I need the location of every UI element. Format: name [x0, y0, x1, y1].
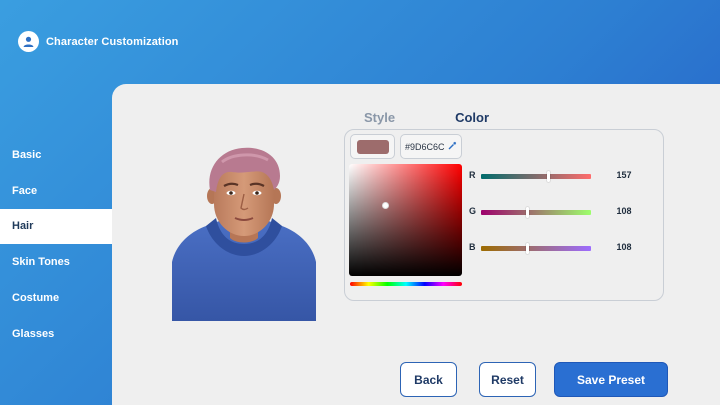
sidebar-item-skin-tones[interactable]: Skin Tones — [0, 244, 112, 280]
hex-input[interactable]: #9D6C6C — [400, 134, 462, 159]
blue-label: B — [469, 242, 476, 252]
back-button[interactable]: Back — [400, 362, 457, 397]
user-icon — [18, 31, 39, 52]
red-slider-thumb[interactable] — [547, 171, 551, 182]
sidebar-item-face[interactable]: Face — [0, 173, 112, 209]
sidebar-item-hair[interactable]: Hair — [0, 208, 112, 245]
color-swatch — [356, 139, 389, 154]
panel-tabs: Style Color — [364, 110, 489, 125]
red-slider[interactable] — [481, 171, 591, 182]
green-slider[interactable] — [481, 207, 591, 218]
sidebar-item-basic[interactable]: Basic — [0, 137, 112, 173]
eyedropper-icon[interactable] — [448, 141, 457, 152]
hue-slider[interactable] — [350, 282, 462, 286]
green-label: G — [469, 206, 477, 216]
app-header: Character Customization — [18, 31, 179, 52]
hex-value: #9D6C6C — [405, 141, 445, 152]
tab-style[interactable]: Style — [364, 110, 395, 125]
red-channel: R 157 — [469, 170, 659, 184]
blue-channel: B 108 — [469, 242, 659, 256]
blue-slider-thumb[interactable] — [526, 243, 530, 254]
save-preset-button[interactable]: Save Preset — [554, 362, 668, 397]
character-preview — [172, 144, 316, 321]
color-picker: #9D6C6C R 157 G 108 B 108 — [344, 129, 664, 301]
blue-value: 108 — [616, 242, 632, 252]
saturation-value-handle[interactable] — [382, 202, 389, 209]
green-slider-thumb[interactable] — [526, 207, 530, 218]
red-value: 157 — [616, 170, 632, 180]
blue-slider[interactable] — [481, 243, 591, 254]
sidebar-item-glasses[interactable]: Glasses — [0, 316, 112, 352]
app-title: Character Customization — [46, 35, 179, 48]
red-label: R — [469, 170, 476, 180]
customization-panel: Style Color #9D6C6C R 157 G 108 B 108 Ba… — [112, 84, 720, 405]
saturation-value-area[interactable] — [349, 164, 462, 276]
tab-color[interactable]: Color — [455, 110, 489, 125]
category-sidebar: Basic Face Hair Skin Tones Costume Glass… — [0, 137, 112, 352]
color-swatch-button[interactable] — [350, 134, 395, 159]
reset-button[interactable]: Reset — [479, 362, 536, 397]
green-channel: G 108 — [469, 206, 659, 220]
sidebar-item-costume[interactable]: Costume — [0, 280, 112, 316]
green-value: 108 — [616, 206, 632, 216]
